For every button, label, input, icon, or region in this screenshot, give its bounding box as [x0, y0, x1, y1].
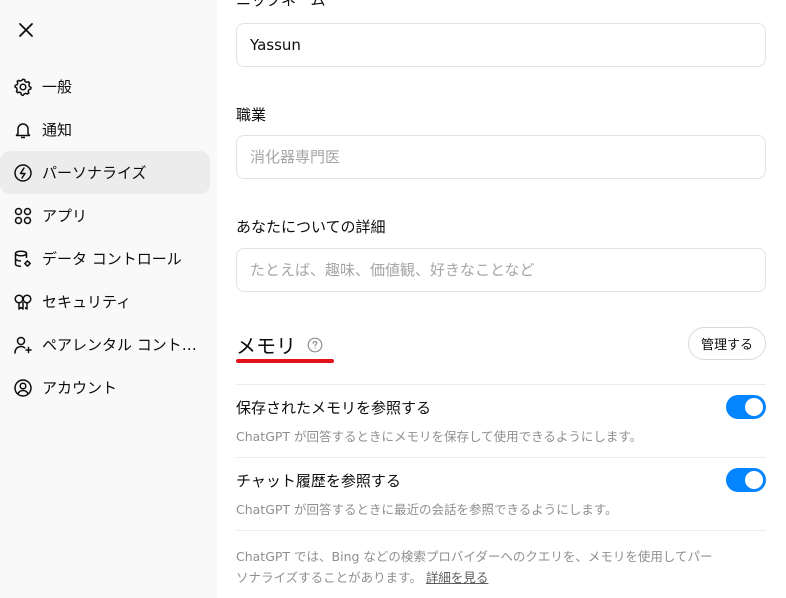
personalize-icon: [12, 162, 34, 184]
occupation-label: 職業: [236, 106, 267, 124]
chat-history-description: ChatGPT が回答するときに最近の会話を参照できるようにします。: [236, 502, 618, 517]
occupation-input[interactable]: [236, 135, 766, 179]
settings-nav: 一般 通知 パーソナライズ アプリ データ コントロール セキュリティ ペアレン…: [0, 65, 217, 409]
divider: [236, 384, 766, 385]
parental-user-icon: [12, 334, 34, 356]
divider: [236, 457, 766, 458]
about-label: あなたについての詳細: [236, 218, 386, 236]
chat-history-toggle[interactable]: [726, 468, 766, 492]
toggle-knob: [745, 398, 763, 416]
sidebar-item-label: 通知: [42, 121, 73, 139]
sidebar-item-label: ペアレンタル コントロール: [42, 336, 207, 354]
database-gear-icon: [12, 248, 34, 270]
sidebar-item-account[interactable]: アカウント: [0, 366, 210, 409]
sidebar-item-notifications[interactable]: 通知: [0, 108, 210, 151]
manage-memory-button[interactable]: 管理する: [687, 327, 766, 360]
sidebar-item-apps[interactable]: アプリ: [0, 194, 210, 237]
sidebar-item-label: アプリ: [42, 207, 88, 225]
saved-memory-toggle[interactable]: [726, 395, 766, 419]
personalize-panel: ニックネーム 職業 あなたについての詳細 メモリ 管理する 保存されたメモリを参…: [236, 0, 766, 598]
sidebar-item-security[interactable]: セキュリティ: [0, 280, 210, 323]
account-circle-icon: [12, 377, 34, 399]
sidebar-item-personalize[interactable]: パーソナライズ: [0, 151, 210, 194]
sidebar-item-label: 一般: [42, 78, 73, 96]
sidebar-item-data-controls[interactable]: データ コントロール: [0, 237, 210, 280]
chat-history-title: チャット履歴を参照する: [236, 472, 401, 490]
sidebar-item-label: アカウント: [42, 379, 118, 397]
memory-header: メモリ: [236, 330, 324, 359]
memory-footer-note: ChatGPT では、Bing などの検索プロバイダーへのクエリを、メモリを使用…: [236, 546, 716, 588]
memory-title-underline: [236, 359, 334, 363]
sidebar-item-label: データ コントロール: [42, 250, 182, 268]
settings-sidebar: 一般 通知 パーソナライズ アプリ データ コントロール セキュリティ ペアレン…: [0, 0, 217, 598]
saved-memory-title: 保存されたメモリを参照する: [236, 399, 432, 417]
sidebar-item-general[interactable]: 一般: [0, 65, 210, 108]
learn-more-link[interactable]: 詳細を見る: [426, 570, 489, 585]
gear-icon: [12, 76, 34, 98]
memory-title: メモリ: [236, 334, 296, 358]
close-button[interactable]: [12, 16, 40, 44]
close-icon: [19, 23, 33, 37]
saved-memory-description: ChatGPT が回答するときにメモリを保存して使用できるようにします。: [236, 429, 643, 444]
help-icon[interactable]: [306, 336, 324, 354]
key-icon: [12, 291, 34, 313]
nickname-label: ニックネーム: [236, 0, 326, 9]
bell-icon: [12, 119, 34, 141]
apps-grid-icon: [12, 205, 34, 227]
divider: [236, 530, 766, 531]
settings-window: 一般 通知 パーソナライズ アプリ データ コントロール セキュリティ ペアレン…: [0, 0, 786, 598]
sidebar-item-label: パーソナライズ: [42, 164, 147, 182]
toggle-knob: [745, 471, 763, 489]
about-input[interactable]: [236, 248, 766, 292]
sidebar-item-parental-controls[interactable]: ペアレンタル コントロール: [0, 323, 210, 366]
nickname-input[interactable]: [236, 23, 766, 67]
sidebar-item-label: セキュリティ: [42, 293, 132, 311]
